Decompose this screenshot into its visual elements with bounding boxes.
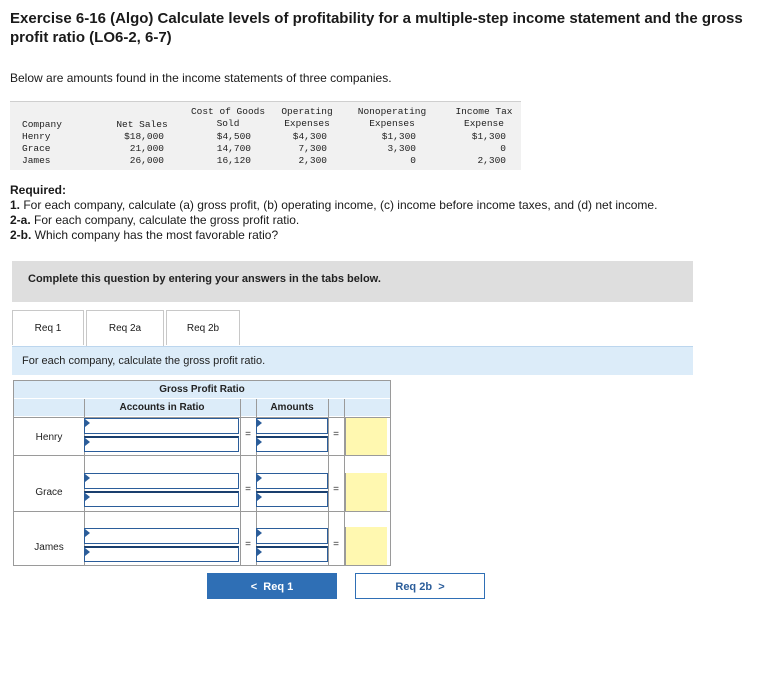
header-company: Company <box>22 119 62 130</box>
tab-req-2a[interactable]: Req 2a <box>86 310 164 346</box>
row-company: Grace <box>22 143 51 154</box>
equals-sign: = <box>333 484 339 495</box>
denominator-account-henry[interactable] <box>84 436 239 452</box>
row-cogs: $4,500 <box>216 131 251 142</box>
input-marker-icon <box>257 548 262 556</box>
income-data-table: Company Net Sales Cost of Goods Sold Ope… <box>10 101 521 170</box>
ratio-result-james <box>345 527 387 565</box>
exercise-title: Exercise 6-16 (Algo) Calculate levels of… <box>10 10 743 46</box>
equals-sign: = <box>245 429 251 440</box>
equals-sign: = <box>245 484 251 495</box>
header-opex-2: Expenses <box>284 118 330 129</box>
required-item-2a: 2-a. For each company, calculate the gro… <box>10 213 300 227</box>
numerator-amount-grace[interactable] <box>256 473 328 489</box>
col-accounts-in-ratio: Accounts in Ratio <box>119 402 205 413</box>
input-marker-icon <box>257 493 262 501</box>
chevron-right-icon: > <box>438 581 445 593</box>
dropdown-arrow-icon <box>85 493 90 501</box>
row-opex: $4,300 <box>292 131 327 142</box>
denominator-amount-james[interactable] <box>256 546 328 562</box>
row-opex: 7,300 <box>298 143 327 154</box>
company-label-henry: Henry <box>35 432 63 443</box>
header-net-sales: Net Sales <box>116 119 168 130</box>
input-marker-icon <box>257 474 262 482</box>
header-nonop-2: Expenses <box>369 118 415 129</box>
row-nonop: $1,300 <box>381 131 416 142</box>
denominator-amount-grace[interactable] <box>256 491 328 507</box>
dropdown-arrow-icon <box>85 529 90 537</box>
next-button-label: Req 2b <box>395 581 433 593</box>
row-nonop: 3,300 <box>387 143 416 154</box>
row-cogs: 14,700 <box>216 143 251 154</box>
panel-instruction-bar: For each company, calculate the gross pr… <box>12 346 693 375</box>
grid-title: Gross Profit Ratio <box>14 381 390 398</box>
header-cogs-1: Cost of Goods <box>190 106 266 117</box>
row-tax: 0 <box>500 143 506 154</box>
numerator-account-henry[interactable] <box>84 418 239 434</box>
dropdown-arrow-icon <box>85 438 90 446</box>
header-nonop-1: Nonoperating <box>357 106 427 117</box>
input-marker-icon <box>257 529 262 537</box>
ratio-result-grace <box>345 473 387 511</box>
row-nonop: 0 <box>410 155 416 166</box>
company-label-james: James <box>34 542 64 553</box>
header-opex-1: Operating <box>281 106 333 117</box>
row-cogs: 16,120 <box>216 155 251 166</box>
equals-sign: = <box>333 539 339 550</box>
input-marker-icon <box>257 419 262 427</box>
gross-profit-ratio-grid: Gross Profit Ratio Accounts in Ratio Amo… <box>13 380 391 566</box>
row-net-sales: 21,000 <box>129 143 164 154</box>
row-company: Henry <box>22 131 51 142</box>
required-heading: Required: <box>10 183 67 197</box>
row-opex: 2,300 <box>298 155 327 166</box>
numerator-amount-james[interactable] <box>256 528 328 544</box>
instruction-text: Complete this question by entering your … <box>28 273 381 285</box>
required-item-2b: 2-b. Which company has the most favorabl… <box>10 228 279 242</box>
row-net-sales: 26,000 <box>129 155 164 166</box>
dropdown-arrow-icon <box>85 474 90 482</box>
numerator-amount-henry[interactable] <box>256 418 328 434</box>
tab-req-1[interactable]: Req 1 <box>12 310 84 345</box>
panel-instruction: For each company, calculate the gross pr… <box>22 355 266 367</box>
ratio-result-henry <box>345 418 387 456</box>
dropdown-arrow-icon <box>85 548 90 556</box>
row-tax: 2,300 <box>477 155 506 166</box>
header-cogs-2: Sold <box>216 118 240 129</box>
equals-sign: = <box>245 539 251 550</box>
row-net-sales: $18,000 <box>124 131 164 142</box>
input-marker-icon <box>257 438 262 446</box>
numerator-account-grace[interactable] <box>84 473 239 489</box>
header-tax-2: Expense <box>464 118 504 129</box>
required-item-1: 1. For each company, calculate (a) gross… <box>10 198 658 212</box>
row-tax: $1,300 <box>471 131 506 142</box>
prev-req-1-button[interactable]: < Req 1 <box>207 573 337 599</box>
col-amounts: Amounts <box>270 402 314 413</box>
denominator-account-grace[interactable] <box>84 491 239 507</box>
numerator-account-james[interactable] <box>84 528 239 544</box>
chevron-left-icon: < <box>250 581 258 593</box>
company-label-grace: Grace <box>35 487 63 498</box>
next-req-2b-button[interactable]: Req 2b > <box>355 573 485 599</box>
prev-button-label: Req 1 <box>263 581 294 593</box>
tab-req-2b[interactable]: Req 2b <box>166 310 240 345</box>
denominator-account-james[interactable] <box>84 546 239 562</box>
row-company: James <box>22 155 51 166</box>
instruction-bar: Complete this question by entering your … <box>12 261 693 302</box>
dropdown-arrow-icon <box>85 419 90 427</box>
equals-sign: = <box>333 429 339 440</box>
denominator-amount-henry[interactable] <box>256 436 328 452</box>
intro-text: Below are amounts found in the income st… <box>10 71 392 85</box>
header-tax-1: Income Tax <box>455 106 513 117</box>
